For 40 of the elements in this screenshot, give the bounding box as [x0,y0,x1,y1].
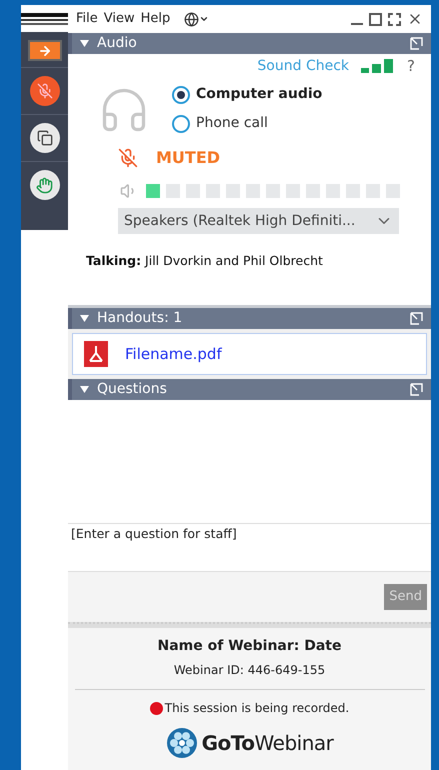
globe-icon[interactable] [184,12,210,26]
collapse-arrow-icon [80,386,89,393]
radio-label[interactable]: Computer audio [196,84,322,105]
menu-item[interactable]: Help [140,9,170,29]
collapse-button[interactable] [30,42,60,59]
section-header[interactable]: Handouts: 1 [68,308,431,329]
help-link[interactable]: ? [407,54,415,78]
radio-button[interactable] [172,86,190,104]
webinar-id: Webinar ID: 446-649-155 [174,662,326,679]
section-title: Handouts: 1 [97,309,184,328]
hand-icon [36,176,53,194]
mic-off-icon [36,83,52,99]
radio-button[interactable] [172,114,190,132]
windows-icon [36,130,52,146]
screen-button[interactable] [30,123,60,153]
menu-item[interactable]: View [104,9,135,29]
restore-icon[interactable] [369,12,382,26]
section-header[interactable]: Questions [68,379,431,400]
signal-bars-icon [361,59,396,73]
mute-button[interactable] [30,76,60,106]
arrow-right-icon [38,44,52,58]
menu-item[interactable]: File [76,9,98,29]
section-title: Questions [97,380,168,399]
radio-label[interactable]: Phone call [196,113,268,134]
section-title: Audio [97,34,138,53]
pdf-icon [84,341,108,367]
mute-status: MUTED [156,147,220,169]
speaker-dropdown[interactable]: Speakers (Realtek High Definiti... [118,208,399,234]
question-input[interactable]: [Enter a question for staff] [68,524,431,572]
pop-out-icon[interactable] [388,12,401,26]
raise-hand-button[interactable] [30,170,60,200]
handout-item[interactable]: Filename.pdf [72,333,427,375]
file-link[interactable]: Filename.pdf [125,342,222,366]
section-header[interactable]: Audio [68,33,431,54]
collapse-arrow-icon [80,315,89,322]
recording-notice: This session is being recorded. [164,700,350,717]
gotowebinar-logo: GoToWebinar [166,727,334,759]
collapse-arrow-icon [80,40,89,47]
webinar-title: Name of Webinar: Date [157,637,342,656]
talking-text: Talking: Jill Dvorkin and Phil Olbrecht [85,252,324,270]
